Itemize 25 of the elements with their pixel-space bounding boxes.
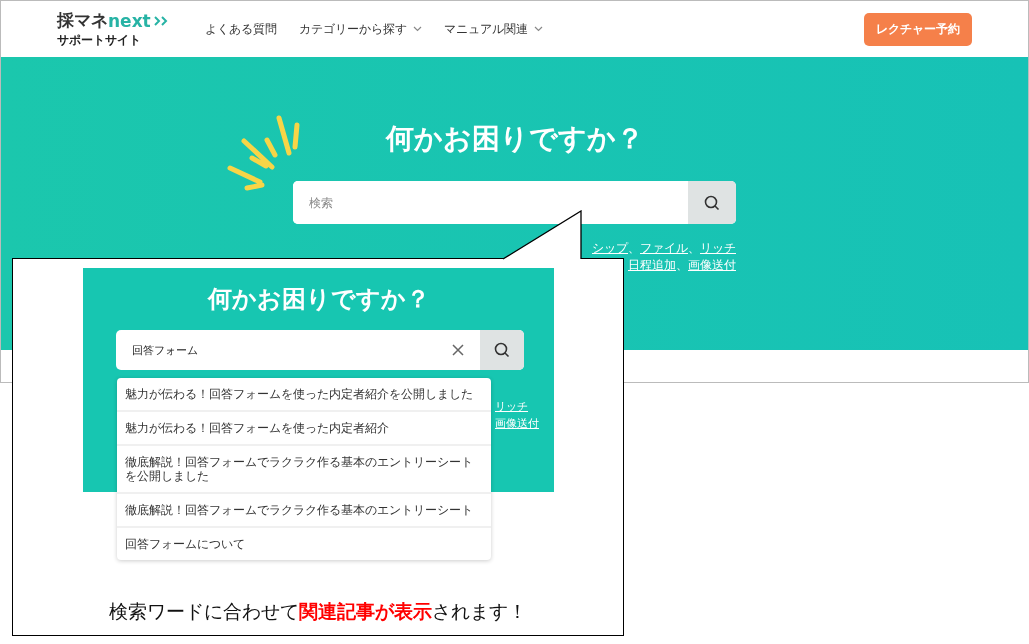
search-value: 回答フォーム <box>131 342 199 358</box>
hero-title: 何かお困りですか？ <box>206 284 431 315</box>
suggestion-item[interactable]: 徹底解説！回答フォームでラクラク作る基本のエントリーシートを公開しました <box>117 446 491 494</box>
search-icon <box>494 342 510 358</box>
logo-text: next <box>108 10 151 31</box>
search-button[interactable] <box>480 330 524 370</box>
nav-link[interactable]: マニュアル関連 <box>443 20 528 38</box>
logo-subtitle: サポートサイト <box>57 32 142 49</box>
nav-link[interactable]: カテゴリーから探す <box>298 20 407 38</box>
search-field[interactable]: 回答フォーム <box>116 330 524 370</box>
nav-link[interactable]: よくある質問 <box>204 20 277 38</box>
separator-text: 、 <box>676 258 688 272</box>
suggestion-item[interactable]: 魅力が伝わる！回答フォームを使った内定者紹介を公開しました <box>117 378 491 412</box>
hero-title: 何かお困りですか？ <box>385 121 644 157</box>
suggestion-item[interactable]: 回答フォームについて <box>117 528 491 560</box>
separator-text: 、 <box>628 241 640 255</box>
clear-icon[interactable] <box>452 344 464 356</box>
suggestion-item[interactable]: 徹底解説！回答フォームでラクラク作る基本のエントリーシート <box>117 494 491 528</box>
separator-text: 、 <box>688 241 700 255</box>
search-icon <box>704 194 720 211</box>
suggestion-item[interactable]: 魅力が伝わる！回答フォームを使った内定者紹介 <box>117 412 491 446</box>
logo-text: 採マネ <box>57 9 108 32</box>
chevrons-icon <box>152 14 169 27</box>
search-button[interactable] <box>688 181 736 224</box>
caption-text: 検索ワードに合わせて関連記事が表示されます！ <box>108 599 528 624</box>
